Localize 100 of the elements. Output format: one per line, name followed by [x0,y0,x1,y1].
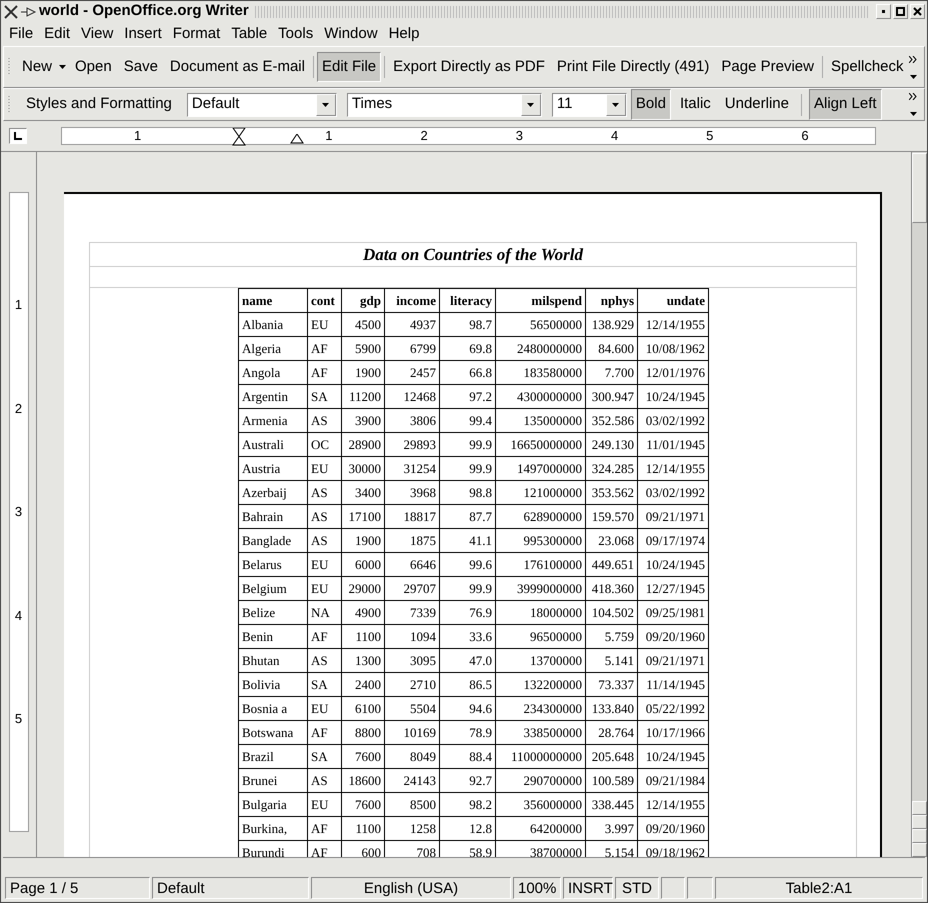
table-cell: 03/02/1992 [638,408,708,432]
toolbar-button[interactable]: Italic [674,89,716,120]
combo-box[interactable]: Times [346,92,542,116]
table-cell: 1875 [384,528,440,552]
tab-stop-button[interactable] [9,128,27,144]
caret-icon[interactable] [612,102,620,106]
table-cell: 12/14/1955 [638,456,708,480]
table-cell: AF [308,816,342,840]
table-cell: 88.4 [440,744,496,768]
toolbar-button[interactable]: Print File Directly (491) [552,52,714,82]
chevron-icon[interactable] [909,93,918,100]
table-cell: 3999000000 [496,576,586,600]
toolbar-button[interactable]: Edit File [316,52,382,82]
table-cell: 29000 [342,576,384,600]
table-cell: 995300000 [496,528,586,552]
table-cell: 12/01/1976 [638,360,708,384]
column-header: income [384,288,440,312]
table-cell: 8800 [342,720,384,744]
table-cell: 10/24/1945 [638,744,708,768]
combo-box[interactable]: 11 [552,92,627,116]
table-cell: Austria [238,456,308,480]
table-cell: 449.651 [586,552,638,576]
toolbar-button[interactable]: Styles and Formatting [21,89,177,120]
table-cell: 69.8 [440,336,496,360]
vertical-scrollbar[interactable] [911,152,927,857]
menu-item[interactable]: Window [320,22,382,46]
status-field [661,877,685,899]
ruler-number: 4 [14,606,22,625]
toolbar-button[interactable]: Export Directly as PDF [388,52,550,82]
menu-item[interactable]: Insert [120,22,166,46]
maximize-button[interactable] [893,4,908,19]
table-cell: EU [308,792,342,816]
table-cell: Bulgaria [238,792,308,816]
table-cell: 12/14/1955 [638,312,708,336]
table-cell: Brazil [238,744,308,768]
menu-item[interactable]: Edit [40,22,74,46]
table-cell: AF [308,360,342,384]
table-cell: 05/22/1992 [638,696,708,720]
table-cell: 138.929 [586,312,638,336]
menu-item[interactable]: Help [384,22,424,46]
table-cell: 09/21/1971 [638,648,708,672]
toolbar-button[interactable]: Underline [720,89,794,120]
table-cell: 121000000 [496,480,586,504]
status-field: Table2:A1 [715,877,923,899]
table-cell: Bhutan [238,648,308,672]
table-cell: Angola [238,360,308,384]
table-cell: 8049 [384,744,440,768]
table-cell: 10/17/1966 [638,720,708,744]
table-cell: 99.4 [440,408,496,432]
toolbar-button[interactable]: Spellcheck [826,52,909,82]
caret-icon[interactable] [322,102,330,106]
table-cell: AS [308,480,342,504]
table-cell: 7600 [342,792,384,816]
status-field: English (USA) [311,877,511,899]
table-cell: AS [308,528,342,552]
margin-marker-icon[interactable] [290,134,304,144]
close-button[interactable] [910,4,925,19]
caret-icon[interactable] [910,74,917,78]
menu-item[interactable]: Tools [274,22,318,46]
ruler-number: 5 [14,710,22,728]
menu-item[interactable]: File [5,22,38,46]
minimize-button[interactable] [876,4,891,19]
minimize-icon [879,7,888,16]
table-cell: 300.947 [586,384,638,408]
table-cell: 09/21/1971 [638,504,708,528]
table-cell: 4937 [384,312,440,336]
maximize-icon [896,7,905,16]
table-cell: 3806 [384,408,440,432]
table-cell: Banglade [238,528,308,552]
table-cell: Belize [238,600,308,624]
toolbar-button[interactable]: Save [118,52,163,82]
indent-marker-icon[interactable] [232,128,246,146]
table-cell: 87.7 [440,504,496,528]
toolbar-button[interactable]: New [17,52,58,82]
caret-icon[interactable] [527,102,534,106]
table-cell: 11/14/1945 [638,672,708,696]
toolbar-button[interactable]: Open [70,52,117,82]
toolbar-button[interactable]: Bold [630,89,671,120]
table-cell: 18000000 [496,600,586,624]
caret-icon[interactable] [910,112,917,116]
menu-item[interactable]: View [77,22,118,46]
table-cell: Bosnia a [238,696,308,720]
menu-item[interactable]: Table [227,22,272,46]
table-cell: 2710 [384,672,440,696]
table-cell: AF [308,624,342,648]
ruler-number: 6 [801,127,809,146]
table-cell: 12/14/1955 [638,792,708,816]
table-cell: EU [308,312,342,336]
menu-item[interactable]: Format [168,22,224,46]
chevron-icon[interactable] [909,56,918,62]
toolbar-button[interactable]: Document as E-mail [164,52,310,82]
toolbar-button[interactable]: Page Preview [716,52,819,82]
table-cell: 99.9 [440,456,496,480]
combo-box[interactable]: Default [186,92,337,116]
table-cell: 30000 [342,456,384,480]
table-cell: 133.840 [586,696,638,720]
caret-icon[interactable] [59,65,66,69]
table-cell: SA [308,384,342,408]
toolbar-button[interactable]: Align Left [809,89,882,120]
table-cell: 205.648 [586,744,638,768]
